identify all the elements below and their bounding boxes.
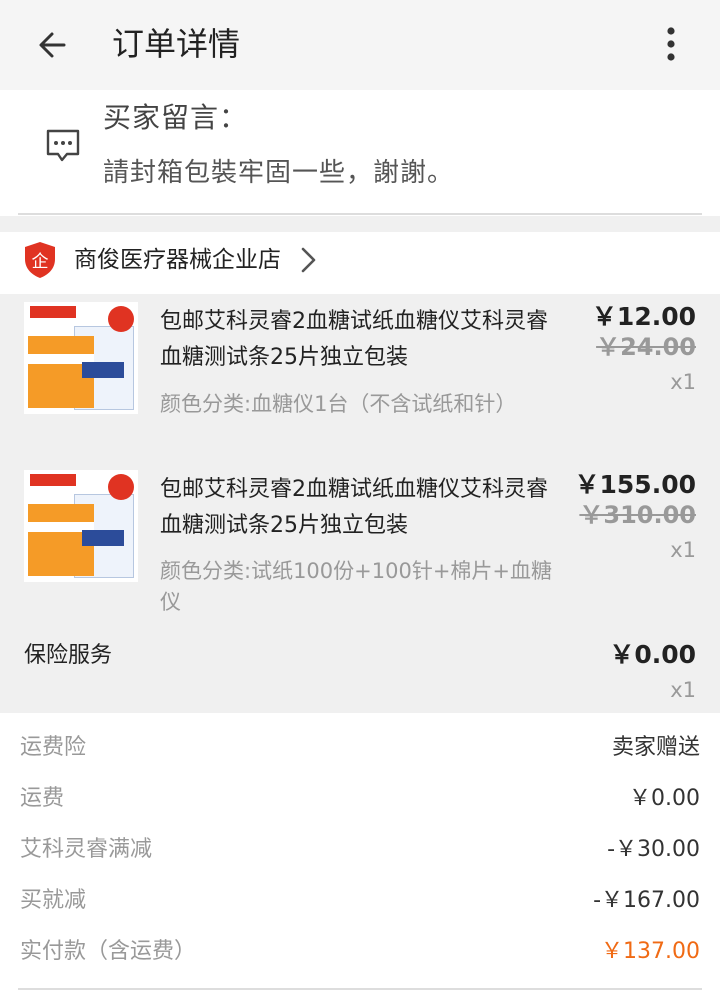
enterprise-shield-icon: 企 [25,242,55,278]
product-thumbnail[interactable] [24,470,138,582]
insurance-service-label: 保险服务 [24,643,113,668]
total-paid-row: 实付款（含运费） ￥137.00 [0,927,720,977]
divider [18,988,702,990]
freight-insurance-row: 运费险 卖家赠送 [0,723,720,773]
product-price: ￥155.00 [574,470,696,499]
arrow-left-icon[interactable] [34,25,74,65]
product-thumbnail[interactable] [24,302,138,414]
summary-label: 艾科灵睿满减 [20,837,153,862]
product-original-price: ￥310.00 [579,501,696,529]
shop-name[interactable]: 商俊医疗器械企业店 [74,244,281,276]
top-app-bar: 订单详情 [0,0,720,90]
more-vertical-icon[interactable] [656,22,686,66]
summary-value: -￥167.00 [593,888,700,913]
product-title[interactable]: 包邮艾科灵睿2血糖试纸血糖仪艾科灵睿血糖测试条25片独立包装 [160,472,560,544]
summary-value: 卖家赠送 [611,735,700,760]
buyer-message-label: 买家留言： [103,101,249,134]
summary-label: 运费 [20,786,65,811]
shield-badge-text: 企 [32,252,49,272]
buyer-message-text: 請封箱包裝牢固一些，謝謝。 [103,158,455,188]
instant-discount-row: 买就减 -￥167.00 [0,876,720,926]
product-variant: 颜色分类:血糖仪1台（不含试纸和针） [160,392,517,416]
product-quantity: x1 [670,370,696,394]
product-original-price: ￥24.00 [596,333,696,361]
total-paid-value: ￥137.00 [601,939,700,964]
insurance-quantity: x1 [670,678,696,702]
section-gap [0,216,720,232]
summary-label: 实付款（含运费） [20,939,197,964]
page-title: 订单详情 [112,25,241,63]
store-discount-row: 艾科灵睿满减 -￥30.00 [0,825,720,875]
insurance-price: ￥0.00 [609,640,696,669]
summary-label: 运费险 [20,735,87,760]
summary-label: 买就减 [20,888,87,913]
product-price: ￥12.00 [591,302,696,331]
product-title[interactable]: 包邮艾科灵睿2血糖试纸血糖仪艾科灵睿血糖测试条25片独立包装 [160,304,560,376]
product-quantity: x1 [670,538,696,562]
divider [18,213,702,215]
product-variant: 颜色分类:试纸100份+100针+棉片+血糖仪 [160,559,553,614]
chevron-right-icon[interactable] [296,244,320,276]
summary-value: ￥0.00 [629,786,700,811]
summary-value: -￥30.00 [607,837,700,862]
chat-bubble-icon [46,129,80,162]
shipping-fee-row: 运费 ￥0.00 [0,774,720,824]
